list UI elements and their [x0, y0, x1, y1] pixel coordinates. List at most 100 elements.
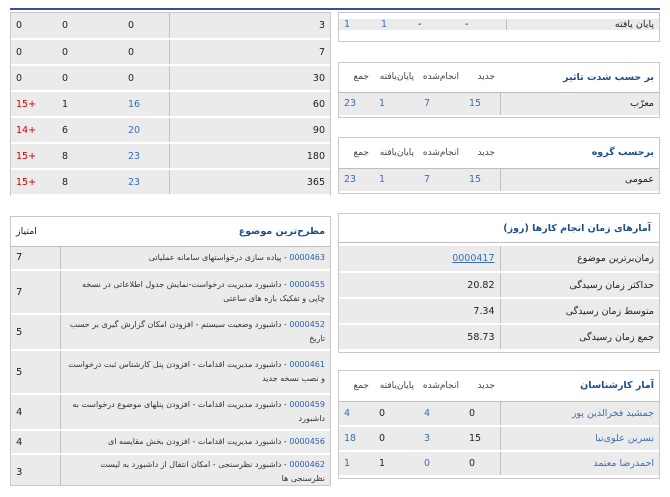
by-impact-table: جمع پایان‌یافته انجام‌شده جدید بر حسب شد…	[339, 63, 659, 117]
expert-row: 4 0 4 0 جمشید فخرالدین پور	[339, 401, 659, 427]
experts-header-finished: پایان‌یافته	[374, 371, 419, 402]
stats-c1: 0	[11, 65, 57, 92]
stats-row: 15+ 8 23 365	[11, 169, 330, 196]
subject-code-link[interactable]: 0000459	[289, 400, 325, 409]
subject-score: 5	[11, 350, 60, 395]
by-group-header-finished: پایان‌یافته	[374, 138, 419, 169]
time-stats-title: آمارهای زمان انجام کارها (روز)	[339, 214, 659, 243]
subject-text: داشبورد مدیریت اقدامات - افزودن بخش مقای…	[108, 437, 282, 446]
by-impact-total[interactable]: 23	[339, 92, 374, 117]
time-stat-label: متوسط زمان رسیدگی	[499, 298, 659, 325]
time-stats-panel: آمارهای زمان انجام کارها (روز) 0000417 زم…	[338, 213, 660, 353]
expert-total[interactable]: 4	[339, 401, 374, 427]
expert-name[interactable]: جمشید فخرالدین پور	[499, 401, 659, 427]
expert-finished: 0	[374, 426, 419, 452]
time-stat-row: 7.34 متوسط زمان رسیدگی	[339, 298, 659, 325]
top-subjects-title: مطرح‌ترین موضوع	[60, 217, 330, 247]
expert-name[interactable]: احمدرضا معتمد	[499, 451, 659, 477]
expert-done[interactable]: 0	[419, 451, 464, 477]
expert-name[interactable]: نسرین علوی‌نیا	[499, 426, 659, 452]
by-group-header-total: جمع	[339, 138, 374, 169]
stats-c2: 8	[57, 143, 123, 170]
subject-cell: 0000462 - داشبورد نظرسنجی - امکان انتقال…	[59, 454, 330, 485]
subject-score: 5	[11, 314, 60, 351]
stats-c2: 0	[57, 65, 123, 92]
by-group-header-new: جدید	[464, 138, 500, 169]
by-impact-label: معرّب	[499, 92, 659, 117]
expert-new: 0	[464, 451, 500, 477]
finished-new: -	[460, 19, 506, 32]
subject-cell: 0000452 - داشبورد وضعیت سیستم - افزودن ا…	[59, 314, 330, 351]
by-impact-finished[interactable]: 1	[374, 92, 419, 117]
subject-row: 7 0000463 - پیاده سازی درخواستهای سامانه …	[11, 246, 330, 271]
subject-score: 4	[11, 430, 60, 455]
stats-c3[interactable]: 23	[123, 143, 169, 170]
stats-row: 0003	[11, 13, 330, 40]
stats-c1: 15+	[11, 91, 57, 118]
subject-row: 7 0000455 - داشبورد مدیریت درخواست-نمایش …	[11, 270, 330, 315]
expert-row: 18 0 3 15 نسرین علوی‌نیا	[339, 426, 659, 452]
by-group-total[interactable]: 23	[339, 168, 374, 193]
by-impact-header-new: جدید	[464, 63, 500, 93]
stats-c3[interactable]: 23	[123, 169, 169, 196]
stats-c1: 15+	[11, 169, 57, 196]
subject-cell: 0000461 - داشبورد مدیریت اقدامات - افزود…	[59, 350, 330, 395]
experts-header-new: جدید	[464, 371, 500, 402]
by-group-label: عمومی	[499, 168, 659, 193]
by-impact-header-total: جمع	[339, 63, 374, 93]
top-subjects-panel: امتیاز مطرح‌ترین موضوع 7 0000463 - پیاده …	[10, 216, 331, 486]
stats-c2: 1	[57, 91, 123, 118]
subject-row: 4 0000459 - داشبورد مدیریت اقدامات - افزو…	[11, 394, 330, 431]
subject-text: پیاده سازی درخواستهای سامانه عملیاتی	[148, 252, 282, 262]
by-group-done[interactable]: 7	[419, 168, 464, 193]
by-group-finished[interactable]: 1	[374, 168, 419, 193]
subject-row: 4 0000456 - داشبورد مدیریت اقدامات - افزو…	[11, 430, 330, 455]
expert-done[interactable]: 4	[419, 401, 464, 427]
stats-row: 0007	[11, 39, 330, 66]
stats-c1: 15+	[11, 143, 57, 170]
by-group-new[interactable]: 15	[464, 168, 500, 193]
finished-summary-panel: 1 1 - - پایان یافته	[338, 12, 660, 42]
subject-cell: 0000463 - پیاده سازی درخواستهای سامانه ع…	[59, 246, 330, 271]
by-impact-done[interactable]: 7	[419, 92, 464, 117]
stats-row: 0 0 0 30	[11, 65, 330, 92]
subject-code-link[interactable]: 0000452	[289, 320, 325, 329]
by-impact-new[interactable]: 15	[464, 92, 500, 117]
finished-done: -	[413, 19, 460, 32]
expert-total[interactable]: 1	[339, 451, 374, 477]
subject-cell: 0000456 - داشبورد مدیریت اقدامات - افزود…	[59, 430, 330, 455]
stats-period: 180	[168, 143, 330, 170]
time-stat-value[interactable]: 0000417	[339, 246, 500, 273]
subject-score: 7	[11, 246, 60, 271]
experts-panel: جمع پایان‌یافته انجام‌شده جدید آمار کارش…	[338, 370, 660, 479]
time-stat-value: 20.82	[339, 272, 500, 299]
by-impact-header-finished: پایان‌یافته	[374, 63, 419, 93]
expert-done[interactable]: 3	[419, 426, 464, 452]
experts-header-total: جمع	[339, 371, 374, 402]
subject-code-link[interactable]: 0000462	[289, 460, 325, 469]
subject-row: 5 0000461 - داشبورد مدیریت اقدامات - افزو…	[11, 350, 330, 395]
subject-code-link[interactable]: 0000463	[289, 253, 325, 262]
stats-c3[interactable]: 16	[123, 91, 169, 118]
experts-header-done: انجام‌شده	[419, 371, 464, 402]
time-stat-value: 58.73	[339, 324, 500, 351]
stats-c3[interactable]: 20	[123, 117, 169, 144]
time-stat-label: جمع زمان رسیدگی	[499, 324, 659, 351]
stats-c1: 0	[11, 13, 57, 40]
stats-c3: 0	[123, 65, 169, 92]
time-stat-row: 20.82 حداکثر زمان رسیدگی	[339, 272, 659, 299]
subject-code-link[interactable]: 0000461	[289, 360, 325, 369]
by-impact-header-done: انجام‌شده	[419, 63, 464, 93]
finished-finished[interactable]: 1	[376, 19, 413, 32]
time-stat-label: زمان‌برترین موضوع	[499, 246, 659, 273]
stats-c1: 14+	[11, 117, 57, 144]
subject-code-link[interactable]: 0000455	[289, 280, 325, 289]
stats-c1: 0	[11, 39, 57, 66]
finished-total[interactable]: 1	[339, 19, 376, 32]
subject-score: 3	[11, 454, 60, 485]
stats-c3: 0	[123, 13, 169, 40]
stats-c2: 8	[57, 169, 123, 196]
expert-total[interactable]: 18	[339, 426, 374, 452]
by-impact-title: بر حسب شدت تاثیر	[500, 63, 659, 93]
subject-code-link[interactable]: 0000456	[289, 437, 325, 446]
